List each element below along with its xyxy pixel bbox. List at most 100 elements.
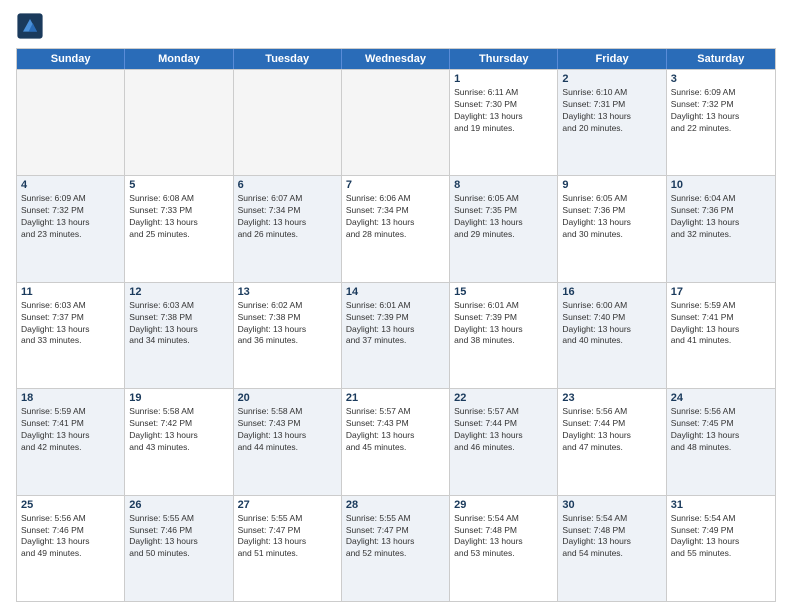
- table-row: [125, 70, 233, 175]
- calendar-row: 18Sunrise: 5:59 AM Sunset: 7:41 PM Dayli…: [17, 388, 775, 494]
- table-row: 25 Sunrise: 5:56 AM Sunset: 7:46 PM Dayli…: [17, 496, 125, 601]
- table-row: 31 Sunrise: 5:54 AM Sunset: 7:49 PM Dayli…: [667, 496, 775, 601]
- table-row: 24 Sunrise: 5:56 AM Sunset: 7:45 PM Dayli…: [667, 389, 775, 494]
- day-number: 26: [129, 499, 228, 511]
- header: [16, 12, 776, 40]
- day-number: 3: [671, 73, 771, 85]
- cell-info: Sunrise: 5:55 AM Sunset: 7:46 PM Dayligh…: [129, 513, 228, 561]
- table-row: 10 Sunrise: 6:04 AM Sunset: 7:36 PM Dayli…: [667, 176, 775, 281]
- day-number: 29: [454, 499, 553, 511]
- table-row: 3 Sunrise: 6:09 AM Sunset: 7:32 PM Daylig…: [667, 70, 775, 175]
- day-number: 13: [238, 286, 337, 298]
- page: SundayMondayTuesdayWednesdayThursdayFrid…: [0, 0, 792, 612]
- cell-info: Sunrise: 6:07 AM Sunset: 7:34 PM Dayligh…: [238, 193, 337, 241]
- table-row: 27 Sunrise: 5:55 AM Sunset: 7:47 PM Dayli…: [234, 496, 342, 601]
- table-row: [342, 70, 450, 175]
- cell-info: Sunrise: 5:54 AM Sunset: 7:48 PM Dayligh…: [562, 513, 661, 561]
- cell-info: Sunrise: 6:01 AM Sunset: 7:39 PM Dayligh…: [454, 300, 553, 348]
- cell-info: Sunrise: 6:06 AM Sunset: 7:34 PM Dayligh…: [346, 193, 445, 241]
- cell-info: Sunrise: 6:08 AM Sunset: 7:33 PM Dayligh…: [129, 193, 228, 241]
- cell-info: Sunrise: 6:03 AM Sunset: 7:38 PM Dayligh…: [129, 300, 228, 348]
- table-row: 6Sunrise: 6:07 AM Sunset: 7:34 PM Daylig…: [234, 176, 342, 281]
- calendar-body: 1 Sunrise: 6:11 AM Sunset: 7:30 PM Daylig…: [17, 69, 775, 601]
- calendar-row: 1 Sunrise: 6:11 AM Sunset: 7:30 PM Daylig…: [17, 69, 775, 175]
- cell-info: Sunrise: 5:56 AM Sunset: 7:45 PM Dayligh…: [671, 406, 771, 454]
- cell-info: Sunrise: 5:57 AM Sunset: 7:43 PM Dayligh…: [346, 406, 445, 454]
- cell-info: Sunrise: 5:58 AM Sunset: 7:43 PM Dayligh…: [238, 406, 337, 454]
- table-row: 4Sunrise: 6:09 AM Sunset: 7:32 PM Daylig…: [17, 176, 125, 281]
- table-row: 13 Sunrise: 6:02 AM Sunset: 7:38 PM Dayli…: [234, 283, 342, 388]
- calendar-row: 11Sunrise: 6:03 AM Sunset: 7:37 PM Dayli…: [17, 282, 775, 388]
- cell-info: Sunrise: 6:01 AM Sunset: 7:39 PM Dayligh…: [346, 300, 445, 348]
- day-number: 15: [454, 286, 553, 298]
- day-number: 4: [21, 179, 120, 191]
- table-row: [234, 70, 342, 175]
- day-number: 20: [238, 392, 337, 404]
- cell-info: Sunrise: 5:57 AM Sunset: 7:44 PM Dayligh…: [454, 406, 553, 454]
- cell-info: Sunrise: 5:54 AM Sunset: 7:48 PM Dayligh…: [454, 513, 553, 561]
- cell-info: Sunrise: 6:02 AM Sunset: 7:38 PM Dayligh…: [238, 300, 337, 348]
- calendar-header-day: Saturday: [667, 49, 775, 69]
- day-number: 2: [562, 73, 661, 85]
- cell-info: Sunrise: 5:55 AM Sunset: 7:47 PM Dayligh…: [238, 513, 337, 561]
- calendar-header-day: Sunday: [17, 49, 125, 69]
- table-row: 18Sunrise: 5:59 AM Sunset: 7:41 PM Dayli…: [17, 389, 125, 494]
- day-number: 25: [21, 499, 120, 511]
- table-row: 1 Sunrise: 6:11 AM Sunset: 7:30 PM Daylig…: [450, 70, 558, 175]
- calendar-header-day: Monday: [125, 49, 233, 69]
- table-row: 2 Sunrise: 6:10 AM Sunset: 7:31 PM Daylig…: [558, 70, 666, 175]
- logo-icon: [16, 12, 44, 40]
- day-number: 8: [454, 179, 553, 191]
- cell-info: Sunrise: 5:54 AM Sunset: 7:49 PM Dayligh…: [671, 513, 771, 561]
- cell-info: Sunrise: 6:04 AM Sunset: 7:36 PM Dayligh…: [671, 193, 771, 241]
- day-number: 19: [129, 392, 228, 404]
- table-row: 28 Sunrise: 5:55 AM Sunset: 7:47 PM Dayli…: [342, 496, 450, 601]
- day-number: 30: [562, 499, 661, 511]
- day-number: 31: [671, 499, 771, 511]
- day-number: 9: [562, 179, 661, 191]
- table-row: [17, 70, 125, 175]
- calendar-header-day: Friday: [558, 49, 666, 69]
- cell-info: Sunrise: 6:10 AM Sunset: 7:31 PM Dayligh…: [562, 87, 661, 135]
- cell-info: Sunrise: 6:05 AM Sunset: 7:35 PM Dayligh…: [454, 193, 553, 241]
- calendar-row: 4Sunrise: 6:09 AM Sunset: 7:32 PM Daylig…: [17, 175, 775, 281]
- table-row: 26 Sunrise: 5:55 AM Sunset: 7:46 PM Dayli…: [125, 496, 233, 601]
- table-row: 17 Sunrise: 5:59 AM Sunset: 7:41 PM Dayli…: [667, 283, 775, 388]
- table-row: 8 Sunrise: 6:05 AM Sunset: 7:35 PM Daylig…: [450, 176, 558, 281]
- table-row: 16Sunrise: 6:00 AM Sunset: 7:40 PM Dayli…: [558, 283, 666, 388]
- table-row: 14Sunrise: 6:01 AM Sunset: 7:39 PM Dayli…: [342, 283, 450, 388]
- table-row: 9Sunrise: 6:05 AM Sunset: 7:36 PM Daylig…: [558, 176, 666, 281]
- table-row: 5 Sunrise: 6:08 AM Sunset: 7:33 PM Daylig…: [125, 176, 233, 281]
- table-row: 15 Sunrise: 6:01 AM Sunset: 7:39 PM Dayli…: [450, 283, 558, 388]
- cell-info: Sunrise: 5:58 AM Sunset: 7:42 PM Dayligh…: [129, 406, 228, 454]
- calendar-header-day: Tuesday: [234, 49, 342, 69]
- table-row: 20 Sunrise: 5:58 AM Sunset: 7:43 PM Dayli…: [234, 389, 342, 494]
- day-number: 21: [346, 392, 445, 404]
- table-row: 30 Sunrise: 5:54 AM Sunset: 7:48 PM Dayli…: [558, 496, 666, 601]
- day-number: 5: [129, 179, 228, 191]
- table-row: 11Sunrise: 6:03 AM Sunset: 7:37 PM Dayli…: [17, 283, 125, 388]
- day-number: 1: [454, 73, 553, 85]
- cell-info: Sunrise: 5:55 AM Sunset: 7:47 PM Dayligh…: [346, 513, 445, 561]
- calendar-row: 25 Sunrise: 5:56 AM Sunset: 7:46 PM Dayli…: [17, 495, 775, 601]
- calendar-header-day: Thursday: [450, 49, 558, 69]
- day-number: 17: [671, 286, 771, 298]
- cell-info: Sunrise: 5:59 AM Sunset: 7:41 PM Dayligh…: [671, 300, 771, 348]
- cell-info: Sunrise: 5:59 AM Sunset: 7:41 PM Dayligh…: [21, 406, 120, 454]
- cell-info: Sunrise: 6:03 AM Sunset: 7:37 PM Dayligh…: [21, 300, 120, 348]
- table-row: 21 Sunrise: 5:57 AM Sunset: 7:43 PM Dayli…: [342, 389, 450, 494]
- table-row: 19 Sunrise: 5:58 AM Sunset: 7:42 PM Dayli…: [125, 389, 233, 494]
- table-row: 29 Sunrise: 5:54 AM Sunset: 7:48 PM Dayli…: [450, 496, 558, 601]
- day-number: 22: [454, 392, 553, 404]
- cell-info: Sunrise: 5:56 AM Sunset: 7:46 PM Dayligh…: [21, 513, 120, 561]
- table-row: 12Sunrise: 6:03 AM Sunset: 7:38 PM Dayli…: [125, 283, 233, 388]
- table-row: 23Sunrise: 5:56 AM Sunset: 7:44 PM Dayli…: [558, 389, 666, 494]
- day-number: 24: [671, 392, 771, 404]
- table-row: 22 Sunrise: 5:57 AM Sunset: 7:44 PM Dayli…: [450, 389, 558, 494]
- logo: [16, 12, 48, 40]
- day-number: 27: [238, 499, 337, 511]
- day-number: 10: [671, 179, 771, 191]
- cell-info: Sunrise: 6:09 AM Sunset: 7:32 PM Dayligh…: [671, 87, 771, 135]
- cell-info: Sunrise: 6:11 AM Sunset: 7:30 PM Dayligh…: [454, 87, 553, 135]
- day-number: 28: [346, 499, 445, 511]
